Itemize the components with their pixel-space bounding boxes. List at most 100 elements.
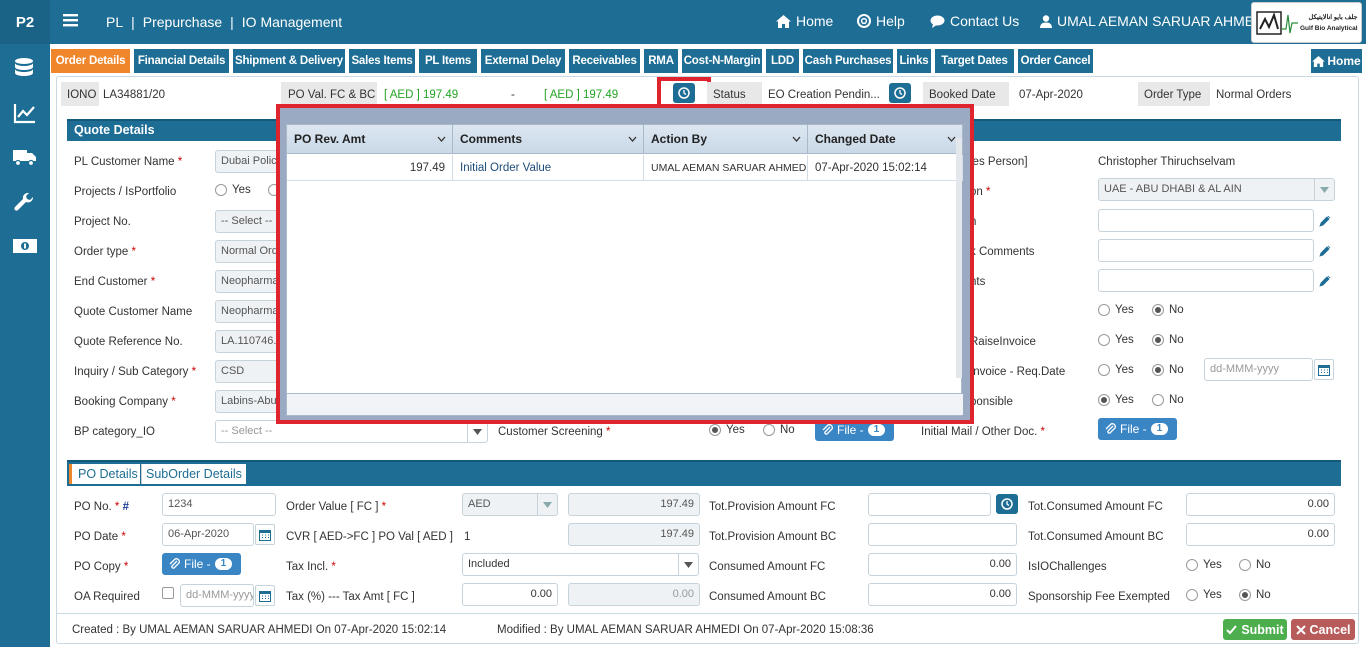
end-customer-field[interactable]: Neopharma [215,270,279,293]
chevron-down-icon [628,136,637,142]
database-icon[interactable] [13,57,35,79]
nav-user[interactable]: UMAL AEMAN SARUAR AHMEDI [1040,13,1268,29]
nav-home[interactable]: Home [776,13,833,29]
project-no-select[interactable]: -- Select -- [215,210,279,233]
tab-sales-items[interactable]: Sales Items [349,49,415,73]
po-details-header: PO Details SubOrder Details [67,460,1341,486]
cvr-po-field[interactable]: 197.49 [568,523,700,546]
breadcrumb-pl[interactable]: PL [106,14,123,30]
sponsorship-yes-radio[interactable]: Yes [1186,589,1222,601]
tab-target-dates[interactable]: Target Dates [935,49,1014,73]
edit-pencil-icon[interactable] [1315,239,1335,262]
challenges-no-radio[interactable]: No [1239,559,1271,571]
home-button[interactable]: Home [1311,49,1362,73]
tab-external-delay[interactable]: External Delay [481,49,565,73]
invoice-req-yes-radio[interactable]: Yes [1098,364,1134,376]
column-po-rev-amt[interactable]: PO Rev. Amt [287,125,453,154]
breadcrumb-io-management[interactable]: IO Management [242,14,342,30]
column-comments[interactable]: Comments [453,125,644,154]
tab-links[interactable]: Links [897,49,931,73]
raise-invoice-yes-radio[interactable]: Yes [1098,334,1134,346]
provision-history-button[interactable] [996,494,1018,514]
money-icon[interactable] [13,237,37,255]
tab-receivables[interactable]: Receivables [569,49,640,73]
line-chart-icon[interactable] [13,102,37,124]
calendar-icon[interactable] [255,585,275,606]
initial-mail-file-button[interactable]: File -1 [1098,418,1177,440]
challenges-yes-radio[interactable]: Yes [1186,559,1222,571]
row6-no-radio[interactable]: No [1152,304,1184,316]
edit-pencil-icon[interactable] [1315,209,1335,232]
comments-input[interactable] [1098,269,1314,292]
order-type-value: Normal Orders [1216,89,1292,101]
status-history-button[interactable] [889,83,911,103]
edit-pencil-icon[interactable] [1315,269,1335,292]
region-select[interactable]: UAE - ABU DHABI & AL AIN [1098,178,1335,201]
tot-consumed-bc-input[interactable]: 0.00 [1186,523,1335,546]
bank-comments-input[interactable] [1098,239,1314,262]
oa-required-checkbox[interactable] [162,587,174,599]
oa-date-input[interactable]: dd-MMM-yyyy [180,584,254,607]
tab-order-details[interactable]: Order Details [51,49,130,73]
po-no-input[interactable]: 1234 [162,493,276,516]
row6-yes-radio[interactable]: Yes [1098,304,1134,316]
quote-customer-name-field[interactable]: Neopharma [215,300,279,323]
hamburger-menu-icon[interactable] [63,12,79,28]
tot-provision-bc-label: Tot.Provision Amount BC [709,531,837,543]
grid-scrollbar[interactable] [956,138,962,378]
wrench-icon[interactable] [13,192,35,214]
order-type-field[interactable]: Normal Orde [215,240,279,263]
inquiry-sub-category-field[interactable]: CSD [215,360,279,383]
booking-company-field[interactable]: Labins-Abud [215,390,279,413]
tax-amount-field[interactable]: 0.00 [568,583,700,606]
tab-order-cancel[interactable]: Order Cancel [1018,49,1093,73]
pl-customer-name-field[interactable]: Dubai Police [215,150,279,173]
cancel-button[interactable]: Cancel [1291,619,1355,640]
chat-icon [930,15,945,28]
remark-input[interactable] [1098,209,1314,232]
tab-rma[interactable]: RMA [644,49,678,73]
chevron-down-icon [684,561,693,568]
quote-reference-no-field[interactable]: LA.110746.0 [215,330,279,353]
po-date-input[interactable]: 06-Apr-2020 [162,523,254,546]
currency-select[interactable]: AED [462,493,558,516]
responsible-no-radio[interactable]: No [1152,394,1184,406]
tax-percent-input[interactable]: 0.00 [462,583,558,606]
tot-consumed-fc-input[interactable]: 0.00 [1186,493,1335,516]
tot-provision-bc-input[interactable] [868,523,1017,546]
tab-ldd[interactable]: LDD [766,49,799,73]
calendar-icon[interactable] [1314,359,1334,380]
tab-pl-items[interactable]: PL Items [419,49,477,73]
tab-financial-details[interactable]: Financial Details [134,49,229,73]
home-button-label: Home [1327,54,1361,68]
column-changed-date[interactable]: Changed Date [808,125,963,154]
column-action-by[interactable]: Action By [644,125,808,154]
projects-yes-radio[interactable]: Yes [215,184,251,196]
tot-provision-fc-input[interactable] [868,493,991,516]
submit-button[interactable]: Submit [1223,619,1287,640]
tax-incl-select[interactable]: Included [462,553,699,576]
consumed-fc-input[interactable]: 0.00 [868,553,1017,576]
raise-invoice-no-radio[interactable]: No [1152,334,1184,346]
sponsorship-no-radio[interactable]: No [1239,589,1271,601]
calendar-icon[interactable] [255,524,275,545]
tab-shipment-delivery[interactable]: Shipment & Delivery [233,49,345,73]
nav-help[interactable]: Help [857,13,905,29]
po-history-button[interactable] [673,83,695,103]
screening-no-radio[interactable]: No [763,424,795,436]
screening-yes-radio[interactable]: Yes [709,424,745,436]
invoice-req-date-input[interactable]: dd-MMM-yyyy [1204,358,1313,381]
brand-logo[interactable]: P2 [0,0,50,44]
responsible-yes-radio[interactable]: Yes [1098,394,1134,406]
po-copy-file-button[interactable]: File -1 [162,553,241,575]
consumed-bc-input[interactable]: 0.00 [868,583,1017,606]
tab-suborder-details[interactable]: SubOrder Details [141,464,246,484]
truck-icon[interactable] [13,147,37,167]
order-value-field[interactable]: 197.49 [568,493,700,516]
tab-cost-n-margin[interactable]: Cost-N-Margin [682,49,762,73]
tab-po-details[interactable]: PO Details [69,464,140,484]
breadcrumb-prepurchase[interactable]: Prepurchase [143,14,222,30]
tab-cash-purchases[interactable]: Cash Purchases [803,49,893,73]
invoice-req-no-radio[interactable]: No [1152,364,1184,376]
nav-contact-us[interactable]: Contact Us [930,13,1019,29]
